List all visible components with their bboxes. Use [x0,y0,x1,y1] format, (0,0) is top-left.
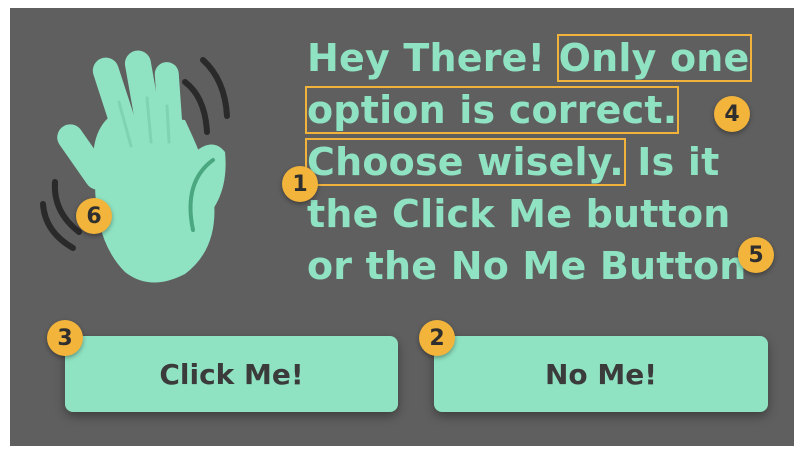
badge-3: 3 [47,320,83,356]
dialog-panel: Hey There! Only one option is correct. C… [10,8,794,446]
message-part-2: Only one [558,36,750,80]
badge-2: 2 [419,320,455,356]
message-part-4: Choose wisely. [307,140,624,184]
instruction-message: Hey There! Only one option is correct. C… [307,32,792,292]
message-part-6: the Click Me button [307,192,731,236]
message-part-7: or the No Me Button [307,244,747,288]
waving-hand-icon [40,50,230,283]
no-me-button[interactable]: No Me! [434,336,768,412]
badge-1: 1 [282,166,318,202]
badge-6: 6 [76,198,112,234]
message-part-3: option is correct. [307,88,678,132]
click-me-button[interactable]: Click Me! [65,336,398,412]
message-part-1: Hey There! [307,36,559,80]
badge-5: 5 [738,237,774,273]
message-part-5: Is it [623,140,720,184]
badge-4: 4 [714,96,750,132]
